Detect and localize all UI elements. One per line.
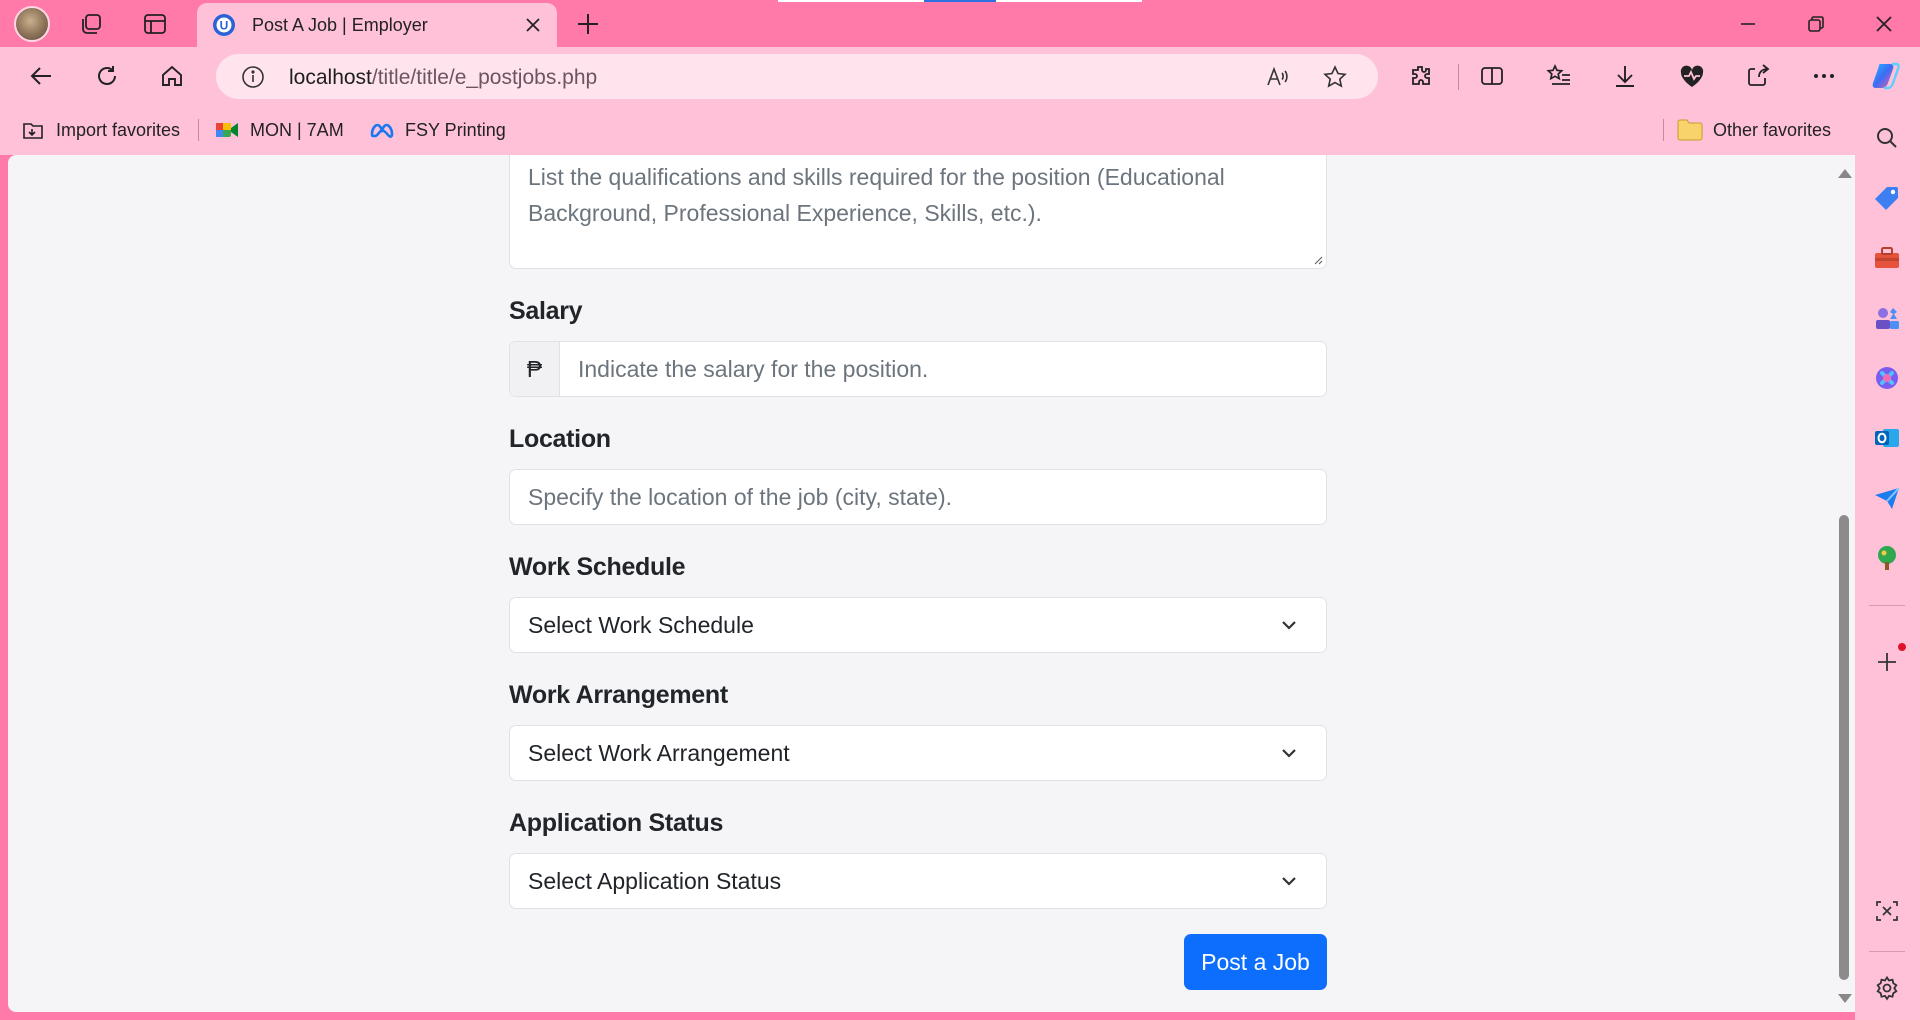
favorites-divider bbox=[1663, 119, 1664, 141]
close-window-icon[interactable] bbox=[1856, 4, 1912, 44]
page-content: List the qualifications and skills requi… bbox=[8, 155, 1855, 1012]
qualifications-textarea[interactable]: List the qualifications and skills requi… bbox=[509, 155, 1327, 269]
application-status-label: Application Status bbox=[509, 809, 724, 837]
favorites-list-icon[interactable] bbox=[1539, 56, 1579, 96]
tools-icon[interactable] bbox=[1866, 237, 1908, 279]
split-screen-icon[interactable] bbox=[1472, 56, 1512, 96]
favorite-fsy-printing[interactable]: FSY Printing bbox=[369, 117, 506, 143]
tab-title: Post A Job | Employer bbox=[252, 14, 428, 35]
peso-currency-prefix: ₱ bbox=[510, 342, 560, 396]
meta-icon bbox=[369, 117, 395, 143]
favorite-star-icon[interactable] bbox=[1316, 58, 1354, 96]
site-favicon-icon: U bbox=[213, 14, 235, 36]
address-bar[interactable]: localhost/title/title/e_postjobs.php bbox=[216, 54, 1378, 99]
resize-grip-icon[interactable] bbox=[1311, 253, 1323, 265]
favorites-divider bbox=[198, 119, 199, 141]
work-schedule-select[interactable]: Select Work Schedule bbox=[509, 597, 1327, 653]
favorites-bar: Import favorites MON | 7AM FSY Printing … bbox=[0, 105, 1855, 155]
work-arrangement-select[interactable]: Select Work Arrangement bbox=[509, 725, 1327, 781]
tab-active[interactable]: U Post A Job | Employer bbox=[197, 3, 557, 47]
import-favorites-link[interactable]: Import favorites bbox=[20, 117, 180, 143]
edge-sidebar bbox=[1855, 105, 1920, 1020]
location-input[interactable]: Specify the location of the job (city, s… bbox=[509, 469, 1327, 525]
svg-text:U: U bbox=[220, 19, 229, 33]
shopping-tag-icon[interactable] bbox=[1866, 177, 1908, 219]
tab-strip: U Post A Job | Employer bbox=[0, 0, 1920, 47]
work-schedule-value: Select Work Schedule bbox=[528, 611, 754, 638]
share-icon[interactable] bbox=[1738, 56, 1778, 96]
location-label: Location bbox=[509, 425, 611, 453]
new-tab-icon[interactable] bbox=[570, 6, 606, 42]
page-scrollbar[interactable] bbox=[1833, 155, 1855, 1012]
location-placeholder: Specify the location of the job (city, s… bbox=[528, 483, 953, 510]
tab-strip-decoration bbox=[778, 0, 924, 2]
salary-label: Salary bbox=[509, 297, 583, 325]
games-icon[interactable] bbox=[1866, 297, 1908, 339]
scroll-up-arrow-icon[interactable] bbox=[1838, 169, 1852, 178]
post-job-button[interactable]: Post a Job bbox=[1184, 934, 1327, 990]
vertical-tabs-icon[interactable] bbox=[137, 6, 173, 42]
read-aloud-icon[interactable] bbox=[1259, 58, 1297, 96]
other-favorites-folder[interactable]: Other favorites bbox=[1677, 117, 1831, 143]
qualifications-placeholder: List the qualifications and skills requi… bbox=[528, 164, 1225, 226]
add-sidebar-app-icon[interactable] bbox=[1866, 641, 1908, 683]
back-icon[interactable] bbox=[22, 56, 62, 96]
folder-icon bbox=[1677, 117, 1703, 143]
tab-strip-decoration bbox=[996, 0, 1142, 2]
workspaces-icon[interactable] bbox=[74, 6, 110, 42]
notification-dot bbox=[1898, 643, 1906, 651]
work-arrangement-value: Select Work Arrangement bbox=[528, 739, 790, 766]
favorite-meet-label: MON | 7AM bbox=[250, 119, 344, 140]
send-icon[interactable] bbox=[1866, 477, 1908, 519]
sidebar-divider bbox=[1869, 951, 1905, 952]
extensions-icon[interactable] bbox=[1401, 56, 1441, 96]
screenshot-icon[interactable] bbox=[1866, 890, 1908, 932]
site-info-icon[interactable] bbox=[236, 60, 270, 94]
browser-toolbar: localhost/title/title/e_postjobs.php bbox=[0, 47, 1920, 105]
import-favorites-label: Import favorites bbox=[56, 119, 181, 140]
work-arrangement-label: Work Arrangement bbox=[509, 681, 728, 709]
other-favorites-label: Other favorites bbox=[1713, 119, 1832, 140]
chevron-down-icon bbox=[1282, 877, 1296, 886]
tree-icon[interactable] bbox=[1866, 537, 1908, 579]
favorite-fsy-printing-label: FSY Printing bbox=[405, 119, 506, 140]
chevron-down-icon bbox=[1282, 621, 1296, 630]
settings-gear-icon[interactable] bbox=[1866, 967, 1908, 1009]
chevron-down-icon bbox=[1282, 749, 1296, 758]
browser-essentials-icon[interactable] bbox=[1672, 56, 1712, 96]
favorite-meet[interactable]: MON | 7AM bbox=[214, 117, 344, 143]
url-text[interactable]: localhost/title/title/e_postjobs.php bbox=[289, 66, 597, 90]
sidebar-divider bbox=[1869, 605, 1905, 606]
application-status-value: Select Application Status bbox=[528, 867, 782, 894]
search-icon[interactable] bbox=[1866, 117, 1908, 159]
restore-icon[interactable] bbox=[1788, 4, 1844, 44]
toolbar-divider bbox=[1458, 64, 1459, 90]
home-icon[interactable] bbox=[152, 56, 192, 96]
url-path: /title/title/e_postjobs.php bbox=[371, 66, 598, 89]
application-status-select[interactable]: Select Application Status bbox=[509, 853, 1327, 909]
refresh-icon[interactable] bbox=[87, 56, 127, 96]
scroll-down-arrow-icon[interactable] bbox=[1838, 994, 1852, 1003]
downloads-icon[interactable] bbox=[1605, 56, 1645, 96]
profile-avatar[interactable] bbox=[14, 6, 50, 42]
tab-strip-decoration bbox=[924, 0, 996, 2]
copilot-sidebar-icon[interactable] bbox=[1866, 357, 1908, 399]
scrollbar-thumb[interactable] bbox=[1839, 515, 1849, 980]
copilot-icon[interactable] bbox=[1866, 56, 1906, 96]
tab-close-icon[interactable] bbox=[515, 7, 551, 43]
work-schedule-label: Work Schedule bbox=[509, 553, 686, 581]
minimize-icon[interactable] bbox=[1720, 4, 1776, 44]
salary-input-group[interactable]: ₱ Indicate the salary for the position. bbox=[509, 341, 1327, 397]
import-favorites-icon bbox=[20, 117, 46, 143]
google-meet-icon bbox=[214, 117, 240, 143]
more-menu-icon[interactable] bbox=[1804, 56, 1844, 96]
salary-placeholder: Indicate the salary for the position. bbox=[578, 355, 929, 382]
outlook-icon[interactable] bbox=[1866, 417, 1908, 459]
url-host: localhost bbox=[289, 66, 372, 89]
